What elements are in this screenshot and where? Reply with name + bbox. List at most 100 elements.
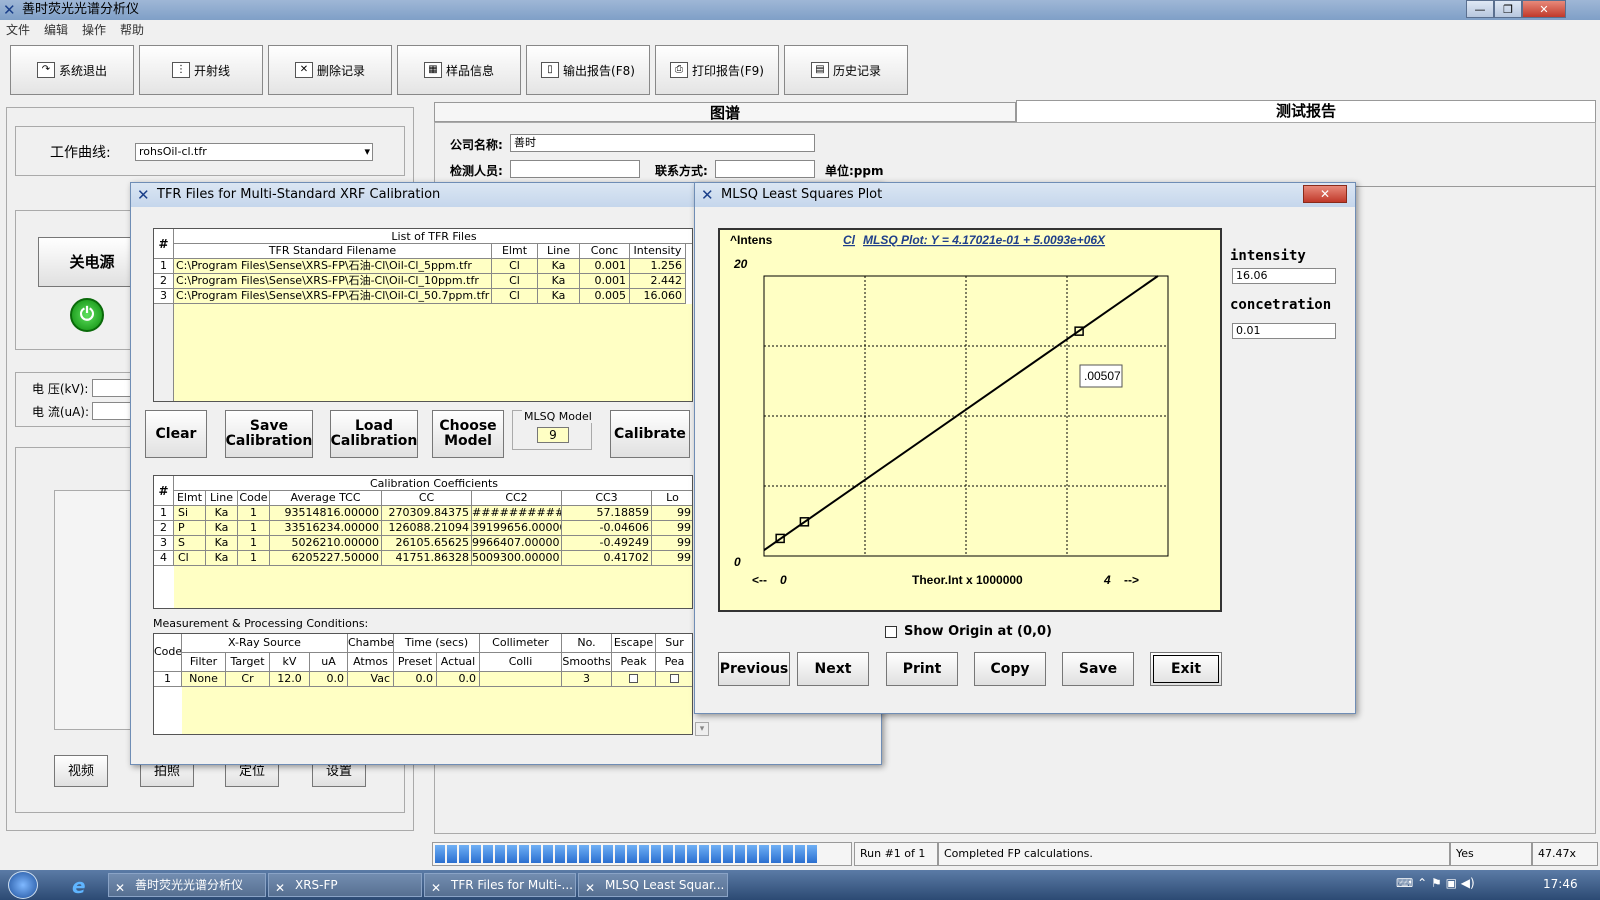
clear-button[interactable]: Clear [145, 410, 207, 458]
meas-cell[interactable]: Cr [226, 672, 270, 687]
tfr-cell[interactable]: 0.001 [580, 274, 630, 289]
save-calibration-button[interactable]: Save Calibration [225, 410, 313, 458]
coef-cell[interactable]: 1 [238, 521, 270, 536]
coef-cell[interactable]: 93514816.00000 [270, 506, 382, 521]
coef-cell[interactable]: 6205227.50000 [270, 551, 382, 566]
current-field[interactable] [92, 402, 132, 420]
mlsq-copy-button[interactable]: Copy [974, 652, 1046, 686]
measurement-conditions-table[interactable]: Code X-Ray Source Chamber Time (secs) Collim… [153, 633, 693, 735]
toolbar-button-0[interactable]: ↷ 系统退出 [10, 45, 134, 95]
tfr-cell[interactable]: C:\Program Files\Sense\XRS-FP\石油-Cl\Oil-… [174, 289, 492, 304]
tfr-cell[interactable]: C:\Program Files\Sense\XRS-FP\石油-Cl\Oil-… [174, 274, 492, 289]
meas-cell[interactable]: 12.0 [270, 672, 310, 687]
maximize-button[interactable]: ❐ [1494, 0, 1522, 18]
coef-cell[interactable]: 126088.21094 [382, 521, 472, 536]
coef-cell[interactable]: 0.41702 [562, 551, 652, 566]
coef-cell[interactable]: 1 [238, 536, 270, 551]
minimize-button[interactable]: — [1466, 0, 1494, 18]
tfr-cell[interactable]: C:\Program Files\Sense\XRS-FP\石油-Cl\Oil-… [174, 259, 492, 274]
taskbar-item[interactable]: ✕ 善时荧光光谱分析仪 [108, 873, 266, 897]
calibration-coefficients-table[interactable]: # Calibration Coefficients Elmt Line Code Ave… [153, 475, 693, 609]
coef-cell[interactable]: 99 [652, 536, 692, 551]
toolbar-button-1[interactable]: ⋮ 开射线 [139, 45, 263, 95]
tfr-cell[interactable]: Ka [538, 289, 580, 304]
mlsq-close-button[interactable]: ✕ [1303, 185, 1347, 203]
mlsq-exit-button[interactable]: Exit [1150, 652, 1222, 686]
tfr-cell[interactable]: 3 [154, 289, 174, 304]
tab-spectrum[interactable]: 图谱 [434, 102, 1016, 122]
mlsq-next-button[interactable]: Next [797, 652, 869, 686]
coef-cell[interactable]: Ka [206, 551, 238, 566]
menu-edit[interactable]: 编辑 [44, 23, 68, 37]
coef-cell[interactable]: 41751.86328 [382, 551, 472, 566]
coef-cell[interactable]: 9966407.00000 [472, 536, 562, 551]
toolbar-button-5[interactable]: ⎙ 打印报告(F9) [655, 45, 779, 95]
coef-cell[interactable]: Si [174, 506, 206, 521]
tfr-cell[interactable]: 1.256 [630, 259, 686, 274]
coef-cell[interactable]: 57.18859 [562, 506, 652, 521]
scroll-down-icon[interactable]: ▾ [695, 722, 709, 736]
menu-operate[interactable]: 操作 [82, 23, 106, 37]
tfr-cell[interactable]: 2.442 [630, 274, 686, 289]
coef-cell[interactable]: Ka [206, 521, 238, 536]
start-button[interactable] [8, 871, 38, 899]
tfr-cell[interactable]: Cl [492, 274, 538, 289]
tfr-cell[interactable]: 0.005 [580, 289, 630, 304]
coef-cell[interactable]: Ka [206, 506, 238, 521]
contact-field[interactable] [715, 160, 815, 178]
ie-icon[interactable]: e [72, 874, 86, 898]
coef-cell[interactable]: 2 [154, 521, 174, 536]
peak-checkbox[interactable] [629, 674, 638, 683]
company-field[interactable]: 善时 [510, 134, 815, 152]
inspector-field[interactable] [510, 160, 640, 178]
voltage-field[interactable] [92, 379, 132, 397]
close-button[interactable]: ✕ [1522, 0, 1566, 18]
tfr-cell[interactable]: 0.001 [580, 259, 630, 274]
meas-cell[interactable] [612, 672, 656, 687]
coef-cell[interactable]: 5026210.00000 [270, 536, 382, 551]
menu-help[interactable]: 帮助 [120, 23, 144, 37]
meas-cell[interactable] [480, 672, 562, 687]
peak-checkbox[interactable] [670, 674, 679, 683]
meas-cell[interactable]: 0.0 [437, 672, 480, 687]
coef-cell[interactable]: 39199656.00000 [472, 521, 562, 536]
coef-cell[interactable]: ############ [472, 506, 562, 521]
mlsq-previous-button[interactable]: Previous [718, 652, 790, 686]
taskbar-item[interactable]: ✕ XRS-FP [268, 873, 422, 897]
coef-cell[interactable]: 1 [238, 551, 270, 566]
coef-cell[interactable]: S [174, 536, 206, 551]
coef-cell[interactable]: 99 [652, 521, 692, 536]
mlsq-save-button[interactable]: Save [1062, 652, 1134, 686]
meas-cell[interactable] [656, 672, 692, 687]
load-calibration-button[interactable]: Load Calibration [330, 410, 418, 458]
coef-cell[interactable]: 26105.65625 [382, 536, 472, 551]
taskbar-item[interactable]: ✕ MLSQ Least Squar... [578, 873, 728, 897]
curve-select[interactable]: rohsOil-cl.tfr ▾ [135, 143, 373, 161]
coef-cell[interactable]: 1 [238, 506, 270, 521]
meas-cell[interactable]: 3 [562, 672, 612, 687]
choose-model-button[interactable]: Choose Model [432, 410, 504, 458]
coef-cell[interactable]: 5009300.00000 [472, 551, 562, 566]
coef-cell[interactable]: Ka [206, 536, 238, 551]
coef-cell[interactable]: Cl [174, 551, 206, 566]
toolbar-button-3[interactable]: ▦ 样品信息 [397, 45, 521, 95]
video-button[interactable]: 视频 [54, 755, 108, 787]
tfr-cell[interactable]: 1 [154, 259, 174, 274]
tfr-cell[interactable]: Cl [492, 259, 538, 274]
power-icon[interactable]: ⏻ [70, 298, 104, 332]
tfr-cell[interactable]: 2 [154, 274, 174, 289]
tray-icons[interactable]: ⌨ ⌃ ⚑ ▣ ◀) [1396, 876, 1475, 890]
coef-cell[interactable]: 270309.84375 [382, 506, 472, 521]
meas-cell[interactable]: None [182, 672, 226, 687]
mlsq-print-button[interactable]: Print [886, 652, 958, 686]
meas-cell[interactable]: Vac [348, 672, 394, 687]
meas-cell[interactable]: 1 [154, 672, 182, 687]
taskbar-item[interactable]: ✕ TFR Files for Multi-... [424, 873, 576, 897]
tfr-cell[interactable]: Ka [538, 274, 580, 289]
coef-cell[interactable]: -0.49249 [562, 536, 652, 551]
meas-cell[interactable]: 0.0 [394, 672, 437, 687]
meas-cell[interactable]: 0.0 [310, 672, 348, 687]
coef-cell[interactable]: 33516234.00000 [270, 521, 382, 536]
coef-cell[interactable]: -0.04606 [562, 521, 652, 536]
coef-cell[interactable]: 1 [154, 506, 174, 521]
